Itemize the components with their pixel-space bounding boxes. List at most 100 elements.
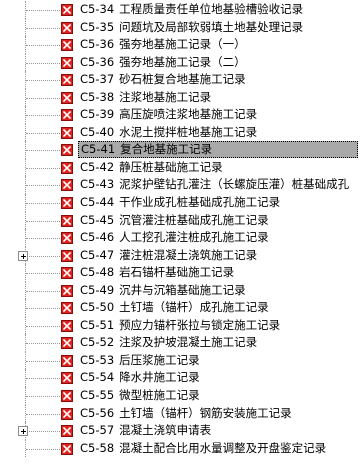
tree-connector-line: [26, 10, 60, 11]
tree-connector-line: [26, 203, 60, 205]
tree-item-label[interactable]: C5-45 沉管灌注桩基础成孔施工记录: [78, 212, 271, 229]
form-title: 岩石锚杆基础施工记录: [119, 265, 235, 280]
tree-connector-line: [26, 378, 60, 380]
tree-item-label[interactable]: C5-43 泥浆护壁钻孔灌注（长螺旋压灌）桩基础成孔: [78, 176, 351, 193]
tree-connector-line: [26, 185, 60, 187]
form-code: C5-35: [80, 19, 115, 34]
form-code: C5-46: [80, 230, 115, 245]
form-title: 土钉墙（锚杆）成孔施工记录: [119, 300, 269, 315]
form-title: 注浆地基施工记录: [119, 89, 212, 104]
form-title: 静压桩基础施工记录: [119, 159, 223, 174]
tree-connector-line: [26, 27, 60, 29]
tree-item[interactable]: C5-52 注浆及护坡混凝土施工记录: [0, 334, 364, 352]
tree-item[interactable]: C5-47 灌注桩混凝土浇筑施工记录: [0, 246, 364, 265]
form-code: C5-37: [80, 72, 115, 87]
form-code: C5-41: [81, 142, 116, 157]
tree-connector-line: [26, 238, 60, 240]
tree-item-label[interactable]: C5-46 人工挖孔灌注桩成孔施工记录: [78, 229, 271, 246]
tree-item[interactable]: C5-56 土钉墙（锚杆）钢筋安装施工记录: [0, 404, 364, 423]
red-x-form-icon: [61, 302, 73, 315]
form-title: 灌注桩混凝土浇筑施工记录: [119, 247, 258, 262]
tree-item[interactable]: C5-48 岩石锚杆基础施工记录: [0, 264, 364, 282]
red-x-form-icon: [61, 232, 73, 245]
tree-item-label[interactable]: C5-37 砂石桩复合地基施工记录: [78, 71, 248, 88]
tree-connector-line: [26, 290, 60, 292]
red-x-form-icon: [61, 144, 73, 157]
tree-item-label[interactable]: C5-41 复合地基施工记录: [78, 141, 358, 159]
form-title: 砂石桩复合地基施工记录: [119, 72, 246, 87]
tree-item[interactable]: C5-58 混凝土配合比用水量调整及开盘鉴定记录: [0, 439, 364, 458]
tree-item[interactable]: C5-40 水泥土搅拌桩地基施工记录: [0, 123, 364, 142]
tree-item[interactable]: C5-41 复合地基施工记录: [0, 141, 364, 159]
form-code: C5-51: [80, 317, 115, 332]
tree-item[interactable]: C5-34 工程质量责任单位地基验槽验收记录: [0, 1, 364, 19]
tree-item[interactable]: C5-46 人工挖孔灌注桩成孔施工记录: [0, 229, 364, 247]
tree-item[interactable]: C5-43 泥浆护壁钻孔灌注（长螺旋压灌）桩基础成孔: [0, 176, 364, 195]
tree-item-label[interactable]: C5-49 沉井与沉箱基础施工记录: [78, 282, 248, 299]
form-title: 人工挖孔灌注桩成孔施工记录: [119, 230, 269, 245]
tree-item[interactable]: C5-53 后压浆施工记录: [0, 351, 364, 370]
tree-item[interactable]: C5-55 微型桩施工记录: [0, 387, 364, 405]
form-title: 沉井与沉箱基础施工记录: [119, 282, 246, 297]
tree-item-label[interactable]: C5-53 后压浆施工记录: [78, 352, 202, 369]
form-code: C5-36: [80, 54, 115, 69]
tree-item[interactable]: C5-35 问题坑及局部软弱填土地基处理记录: [0, 18, 364, 37]
tree-item-label[interactable]: C5-34 工程质量责任单位地基验槽验收记录: [78, 1, 305, 18]
tree-item[interactable]: C5-39 高压旋喷注浆地基施工记录: [0, 106, 364, 124]
tree-item-label[interactable]: C5-42 静压桩基础施工记录: [78, 159, 225, 176]
expand-plus-icon[interactable]: [18, 250, 28, 261]
form-code: C5-36: [80, 37, 115, 52]
form-code: C5-40: [80, 124, 115, 139]
tree-connector-line: [26, 396, 60, 398]
tree-connector-line: [26, 150, 60, 152]
red-x-form-icon: [61, 4, 73, 16]
tree-item-label[interactable]: C5-40 水泥土搅拌桩地基施工记录: [78, 124, 259, 141]
form-title: 高压旋喷注浆地基施工记录: [119, 107, 258, 122]
tree-item-label[interactable]: C5-56 土钉墙（锚杆）钢筋安装施工记录: [78, 405, 294, 422]
tree-item-label[interactable]: C5-51 预应力锚杆张拉与锁定施工记录: [78, 317, 282, 334]
tree-item[interactable]: C5-42 静压桩基础施工记录: [0, 158, 364, 177]
tree-item-label[interactable]: C5-58 混凝土配合比用水量调整及开盘鉴定记录: [78, 440, 328, 457]
tree-item[interactable]: C5-44 干作业成孔桩基础成孔施工记录: [0, 194, 364, 212]
tree-item-label[interactable]: C5-38 注浆地基施工记录: [78, 89, 213, 106]
tree-connector-line: [26, 132, 60, 134]
form-code: C5-44: [80, 195, 115, 210]
tree-item[interactable]: C5-37 砂石桩复合地基施工记录: [0, 71, 364, 89]
tree-item-label[interactable]: C5-47 灌注桩混凝土浇筑施工记录: [78, 247, 259, 264]
form-title: 混凝土配合比用水量调整及开盘鉴定记录: [119, 440, 327, 455]
tree-item-label[interactable]: C5-50 土钉墙（锚杆）成孔施工记录: [78, 299, 271, 316]
tree-item-label[interactable]: C5-44 干作业成孔桩基础成孔施工记录: [78, 194, 282, 211]
tree-item-label[interactable]: C5-57 混凝土浇筑申请表: [78, 422, 213, 439]
tree-view[interactable]: C5-34 工程质量责任单位地基验槽验收记录 C5-35 问题坑及局部软弱填土地基处理…: [0, 1, 364, 458]
expand-plus-icon[interactable]: [18, 426, 28, 437]
tree-item[interactable]: C5-36 强夯地基施工记录（二）: [0, 53, 364, 72]
tree-item-label[interactable]: C5-48 岩石锚杆基础施工记录: [78, 264, 236, 281]
form-title: 沉管灌注桩基础成孔施工记录: [119, 212, 269, 227]
red-x-form-icon: [61, 214, 73, 227]
tree-item-label[interactable]: C5-54 降水井施工记录: [78, 369, 202, 386]
form-title: 后压浆施工记录: [119, 352, 200, 367]
form-code: C5-53: [80, 352, 115, 367]
red-x-form-icon: [61, 56, 73, 69]
red-x-form-icon: [61, 284, 73, 297]
tree-item-label[interactable]: C5-36 强夯地基施工记录（二）: [78, 54, 248, 71]
red-x-form-icon: [61, 442, 73, 455]
tree-item[interactable]: C5-38 注浆地基施工记录: [0, 88, 364, 107]
tree-item[interactable]: C5-51 预应力锚杆张拉与锁定施工记录: [0, 316, 364, 335]
red-x-form-icon: [61, 126, 73, 139]
tree-connector-line: [26, 62, 60, 64]
red-x-form-icon: [61, 109, 73, 122]
tree-item-label[interactable]: C5-36 强夯地基施工记录（一）: [78, 36, 248, 53]
tree-item[interactable]: C5-54 降水井施工记录: [0, 369, 364, 388]
tree-item[interactable]: C5-36 强夯地基施工记录（一）: [0, 36, 364, 54]
tree-item[interactable]: C5-49 沉井与沉箱基础施工记录: [0, 281, 364, 300]
tree-item-label[interactable]: C5-39 高压旋喷注浆地基施工记录: [78, 106, 259, 123]
tree-item-label[interactable]: C5-55 微型桩施工记录: [78, 387, 202, 404]
tree-item-label[interactable]: C5-35 问题坑及局部软弱填土地基处理记录: [78, 19, 305, 36]
tree-item[interactable]: C5-45 沉管灌注桩基础成孔施工记录: [0, 211, 364, 230]
form-code: C5-58: [80, 440, 115, 455]
red-x-form-icon: [61, 425, 73, 438]
tree-item[interactable]: C5-50 土钉墙（锚杆）成孔施工记录: [0, 299, 364, 317]
tree-item-label[interactable]: C5-52 注浆及护坡混凝土施工记录: [78, 334, 259, 351]
tree-item[interactable]: C5-57 混凝土浇筑申请表: [0, 422, 364, 440]
